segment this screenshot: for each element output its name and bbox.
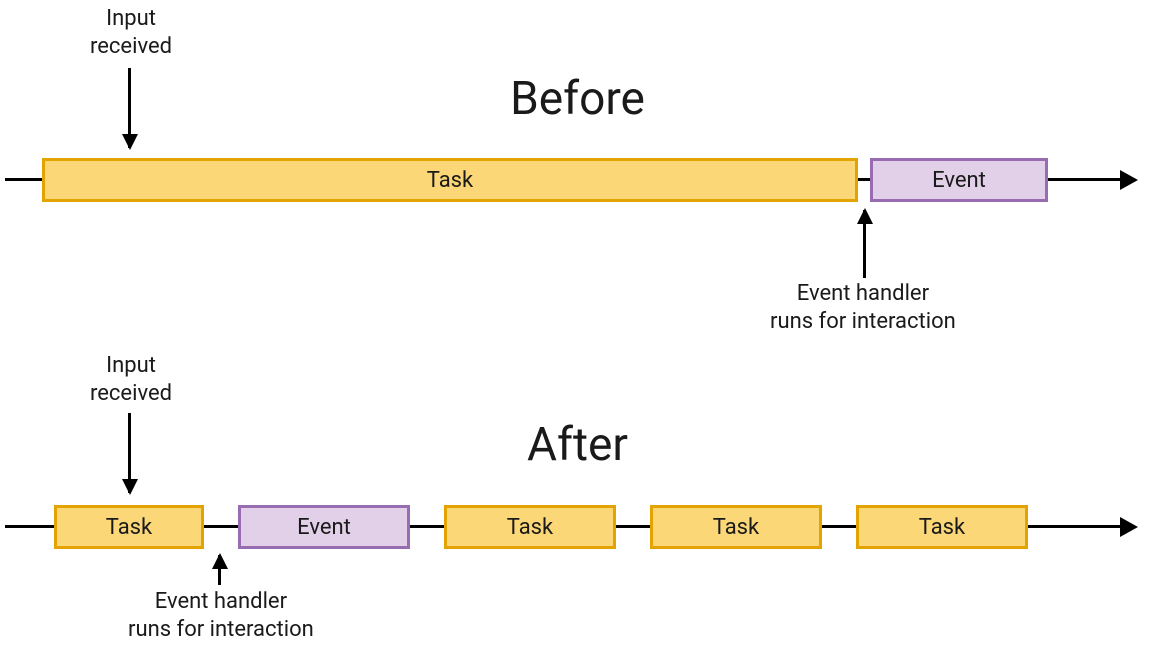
- arrow-handler-before: [863, 210, 866, 278]
- timeline-arrowhead-before: [1120, 170, 1138, 190]
- annotation-handler-before: Event handler runs for interaction: [770, 280, 956, 335]
- block-task1-after: Task: [54, 505, 204, 549]
- block-task-before: Task: [42, 158, 858, 202]
- arrow-input-before: [128, 68, 131, 148]
- arrow-handler-after: [218, 555, 221, 585]
- block-task2-after: Task: [444, 505, 616, 549]
- heading-after: After: [527, 418, 628, 472]
- annotation-handler-after: Event handler runs for interaction: [128, 588, 314, 643]
- arrow-input-after: [128, 413, 131, 493]
- block-event-after: Event: [238, 505, 410, 549]
- heading-before: Before: [510, 72, 645, 126]
- annotation-input-after: Input received: [90, 352, 172, 407]
- block-task4-after: Task: [856, 505, 1028, 549]
- block-event-before: Event: [870, 158, 1048, 202]
- timeline-arrowhead-after: [1120, 517, 1138, 537]
- block-task3-after: Task: [650, 505, 822, 549]
- annotation-input-before: Input received: [90, 5, 172, 60]
